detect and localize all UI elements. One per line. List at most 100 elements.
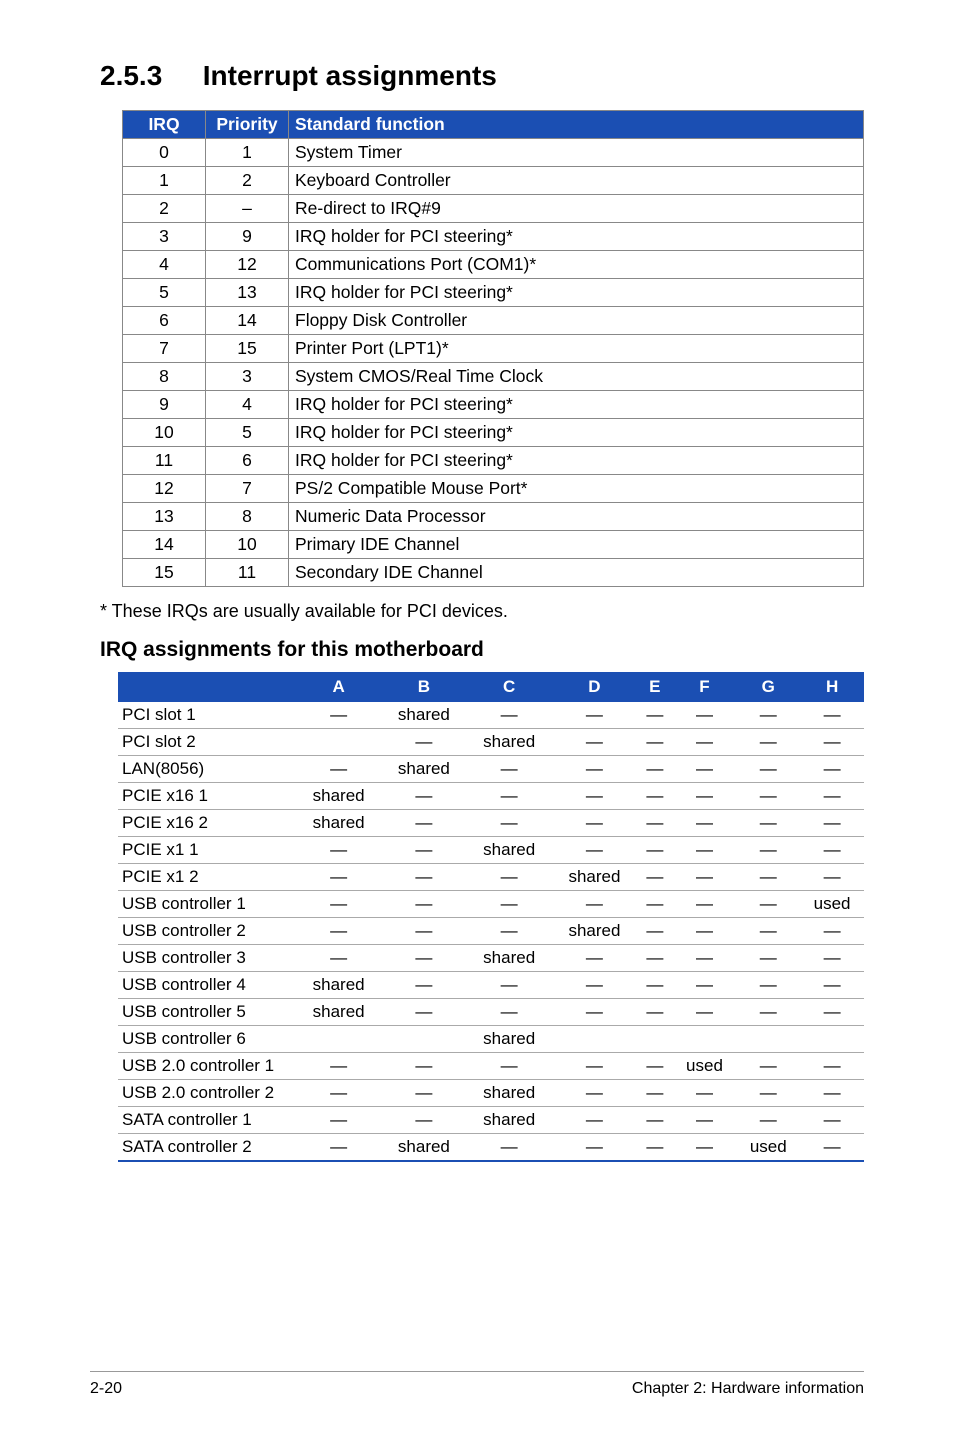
table-cell: — [637,918,673,945]
footer-page-number: 2-20 [90,1380,122,1398]
irq-header-irq: IRQ [123,111,206,139]
table-cell: — [673,972,737,999]
table-cell: PCIE x16 2 [118,810,296,837]
table-cell: — [637,1053,673,1080]
table-cell: — [800,918,864,945]
table-row: 94IRQ holder for PCI steering* [123,391,864,419]
table-cell: — [381,891,466,918]
table-cell: 0 [123,139,206,167]
table-cell: shared [381,1134,466,1162]
table-row: 116IRQ holder for PCI steering* [123,447,864,475]
table-cell: 8 [206,503,289,531]
table-cell: — [381,945,466,972]
table-cell: shared [467,1080,552,1107]
table-cell: — [552,891,637,918]
assign-header-d: D [552,673,637,701]
table-cell: — [673,1134,737,1162]
table-cell: — [296,837,381,864]
irq-header-priority: Priority [206,111,289,139]
table-cell: — [637,756,673,783]
table-cell: — [467,891,552,918]
table-cell: Keyboard Controller [289,167,864,195]
table-cell: — [637,1134,673,1162]
table-cell: — [637,810,673,837]
table-cell: IRQ holder for PCI steering* [289,447,864,475]
table-cell: — [296,1080,381,1107]
table-cell: shared [552,918,637,945]
table-cell: — [673,945,737,972]
table-cell: 14 [206,307,289,335]
table-cell: — [673,918,737,945]
table-cell: Primary IDE Channel [289,531,864,559]
table-cell: shared [467,945,552,972]
table-cell: Printer Port (LPT1)* [289,335,864,363]
irq-table-header-row: IRQ Priority Standard function [123,111,864,139]
table-cell: IRQ holder for PCI steering* [289,391,864,419]
table-row: 614Floppy Disk Controller [123,307,864,335]
table-cell: USB 2.0 controller 1 [118,1053,296,1080]
table-cell: PS/2 Compatible Mouse Port* [289,475,864,503]
table-cell: — [800,972,864,999]
table-row: SATA controller 1——shared————— [118,1107,864,1134]
table-cell: — [552,729,637,756]
irq-table: IRQ Priority Standard function 01System … [122,110,864,587]
table-cell: PCI slot 2 [118,729,296,756]
table-cell: shared [381,756,466,783]
table-cell: — [381,864,466,891]
table-cell: — [296,701,381,729]
table-cell: 9 [206,223,289,251]
table-cell: 14 [123,531,206,559]
table-cell: — [467,999,552,1026]
table-cell: — [673,701,737,729]
table-cell: shared [467,837,552,864]
table-cell: — [381,810,466,837]
table-row: PCI slot 1—shared—————— [118,701,864,729]
table-cell [381,1026,466,1053]
table-cell: — [296,1134,381,1162]
table-cell: — [673,837,737,864]
table-cell: USB 2.0 controller 2 [118,1080,296,1107]
table-cell [296,729,381,756]
table-cell: 7 [123,335,206,363]
table-row: USB controller 5shared——————— [118,999,864,1026]
table-cell: — [637,891,673,918]
footer-chapter: Chapter 2: Hardware information [632,1380,864,1398]
table-cell: 5 [123,279,206,307]
table-cell: — [552,945,637,972]
table-cell: — [467,1053,552,1080]
table-row: 513IRQ holder for PCI steering* [123,279,864,307]
table-cell: 1 [206,139,289,167]
table-row: PCIE x16 2shared——————— [118,810,864,837]
assign-header-f: F [673,673,737,701]
table-cell: shared [467,1026,552,1053]
table-row: USB controller 6shared [118,1026,864,1053]
table-cell: — [736,837,800,864]
table-cell: — [800,1107,864,1134]
table-cell: — [381,837,466,864]
table-cell: — [637,701,673,729]
table-row: USB controller 2———shared———— [118,918,864,945]
table-cell: — [736,891,800,918]
table-cell: — [736,1053,800,1080]
table-cell: shared [296,999,381,1026]
table-cell: IRQ holder for PCI steering* [289,279,864,307]
table-cell: shared [296,783,381,810]
table-cell: — [637,972,673,999]
section-heading: 2.5.3 Interrupt assignments [100,60,864,92]
table-cell: SATA controller 2 [118,1134,296,1162]
table-cell: — [552,1107,637,1134]
table-cell: — [800,756,864,783]
table-cell: — [552,1080,637,1107]
table-cell: — [673,1080,737,1107]
table-cell: — [296,864,381,891]
table-cell: — [637,729,673,756]
table-cell: — [673,729,737,756]
table-cell: — [736,756,800,783]
table-cell: — [673,756,737,783]
table-cell: 12 [206,251,289,279]
table-cell: — [296,891,381,918]
table-cell: — [637,1107,673,1134]
table-cell: — [467,972,552,999]
table-cell: IRQ holder for PCI steering* [289,223,864,251]
table-cell: — [552,972,637,999]
